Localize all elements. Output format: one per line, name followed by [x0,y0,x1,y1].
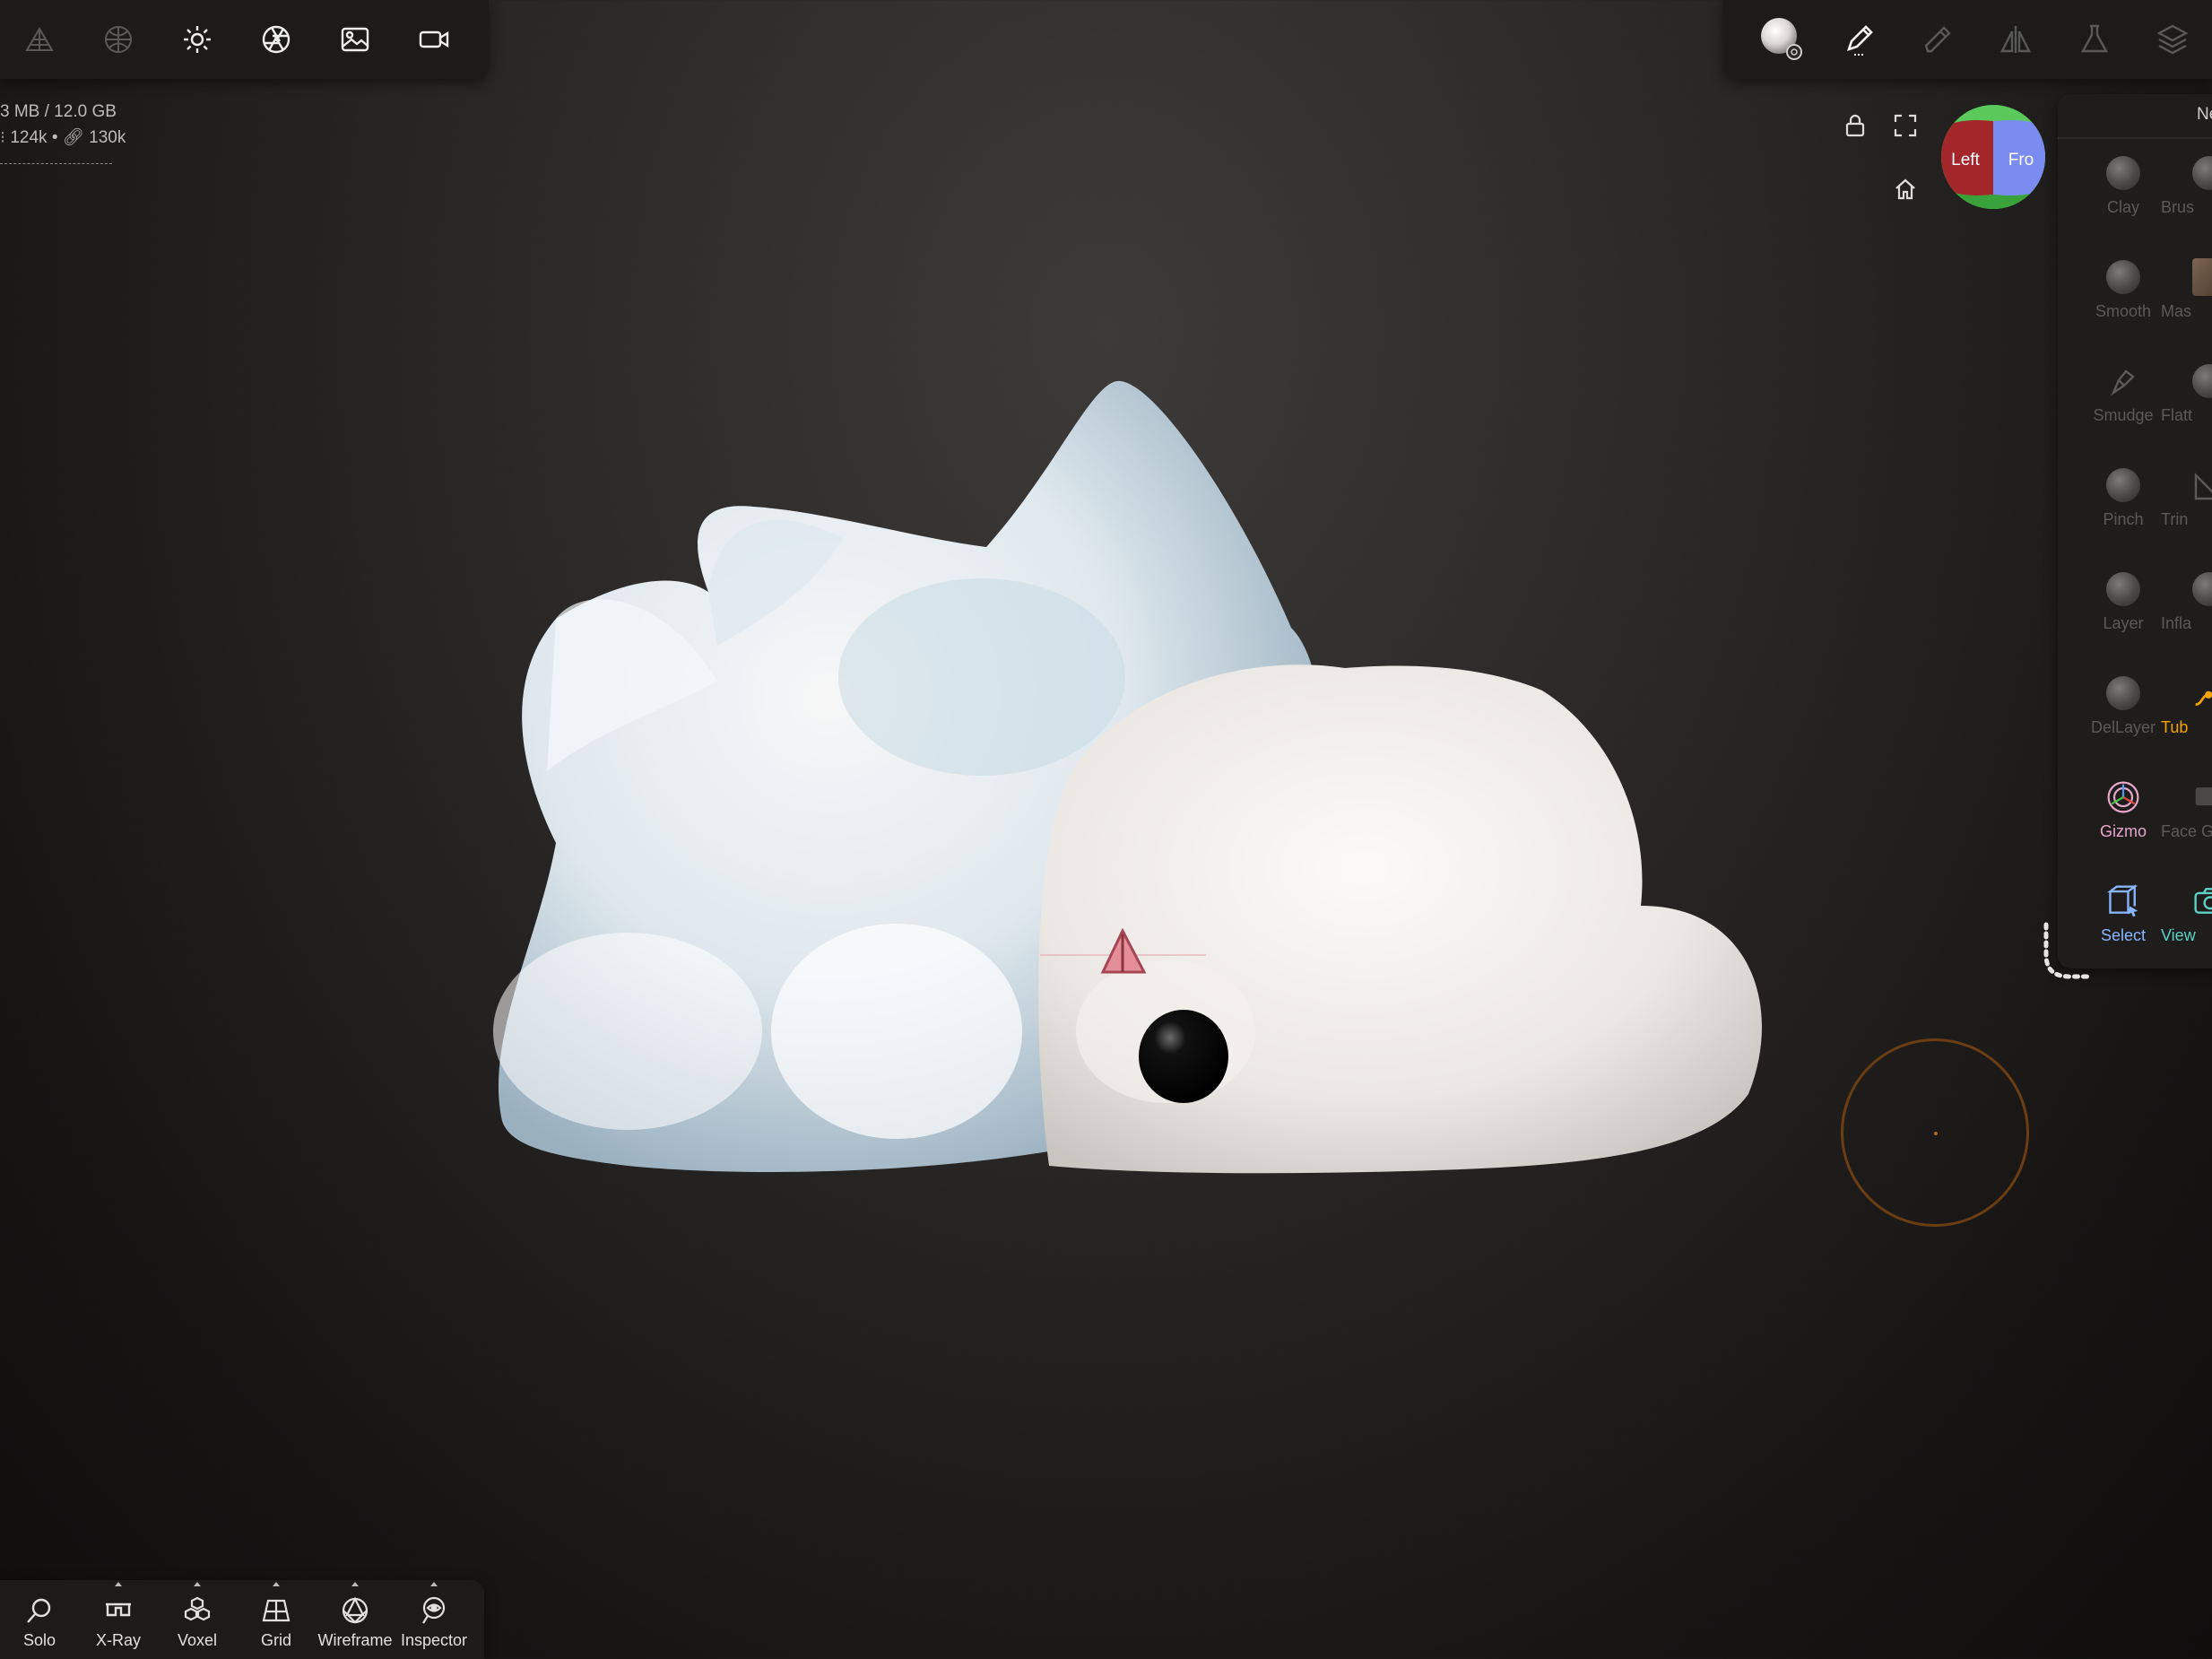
tool-smudge[interactable]: Smudge [2074,363,2173,425]
top-left-toolbar [0,0,489,79]
tool-trim[interactable]: Trin [2161,467,2212,529]
brush-center-dot [1934,1132,1938,1135]
tool-smooth[interactable]: Smooth [2074,259,2173,321]
tool-pinch[interactable]: Pinch [2074,467,2173,529]
sculpt-viewport[interactable] [0,0,2212,1659]
mesh-counts: ⁝ 124k • 🔗︎ 130k [0,128,126,147]
matcap-sphere-icon[interactable] [79,0,158,79]
trim-icon [2192,467,2212,503]
material-sphere-icon[interactable] [1741,0,1820,79]
smudge-icon [2105,363,2141,399]
cube-left-label: Left [1951,151,1980,169]
wireframe-button[interactable]: Wireframe [316,1580,395,1659]
count-separator: • [51,128,58,147]
tool-clay[interactable]: Clay [2074,155,2173,217]
bottom-toolbar: Solo X-Ray Voxel Grid Wireframe Inspecto… [0,1580,484,1659]
mask-thumbnail-icon [2192,258,2212,296]
memory-usage: 3 MB / 12.0 GB [0,102,117,121]
top-right-toolbar [1723,0,2212,79]
cube-front-label: Fro [2008,151,2034,169]
xray-caret-icon [115,1582,122,1586]
panel-resize-handle[interactable] [2037,919,2100,982]
video-camera-icon[interactable] [395,0,473,79]
tool-flatten[interactable]: Flatt [2161,363,2212,425]
tool-inflate[interactable]: Infla [2161,571,2212,633]
face-group-icon [2192,779,2212,815]
layer-icon [2106,572,2140,606]
home-icon[interactable] [1890,174,1921,204]
face-count: 130k [89,128,126,147]
camera-icon [2192,883,2212,919]
xray-button[interactable]: X-Ray [79,1580,158,1659]
tools-panel-header: Ne [2058,94,2212,139]
scene-stats: 3 MB / 12.0 GB ⁝ 124k • 🔗︎ 130k [0,99,126,164]
select-icon [2105,883,2141,919]
inspector-caret-icon [430,1582,438,1586]
aperture-icon[interactable] [237,0,316,79]
flask-icon[interactable] [2055,0,2134,79]
tool-dellayer[interactable]: DelLayer [2074,675,2173,737]
tools-panel-title: Ne [2197,105,2212,124]
inspector-button[interactable]: Inspector [395,1580,473,1659]
search-icon [27,1598,51,1623]
solo-button[interactable]: Solo [0,1580,79,1659]
tool-mask[interactable]: Mas [2161,258,2212,321]
grid-caret-icon [273,1582,280,1586]
cloud-body-mesh [1038,664,1762,1174]
voxel-caret-icon [194,1582,201,1586]
pinch-icon [2106,468,2140,502]
symmetry-icon[interactable] [1977,0,2056,79]
tool-brush[interactable]: Brus [2161,155,2212,217]
voxel-button[interactable]: Voxel [158,1580,237,1659]
tool-view[interactable]: View [2161,883,2212,945]
tool-layer[interactable]: Layer [2074,571,2173,633]
voxel-cubes-icon [184,1596,211,1621]
tube-curve-icon [2192,675,2212,711]
lock-icon[interactable] [1840,110,1870,141]
fullscreen-icon[interactable] [1890,110,1921,141]
inspector-eye-icon [422,1596,446,1624]
sun-icon[interactable] [158,0,237,79]
vertex-count: 124k [10,128,48,147]
wireframe-icon [342,1596,369,1624]
brush-icon [2192,156,2212,190]
stats-divider [0,163,112,164]
grid-icon [262,1599,291,1622]
clay-icon [2106,156,2140,190]
topology-icon[interactable] [0,0,79,79]
wireframe-caret-icon [351,1582,359,1586]
link-icon: 🔗︎ [62,128,84,147]
brush-pen-icon[interactable] [1820,0,1899,79]
flatten-icon [2192,364,2212,398]
tool-gizmo[interactable]: Gizmo [2074,779,2173,841]
inflate-icon [2192,572,2212,606]
layers-icon[interactable] [2134,0,2212,79]
tools-panel: Ne Clay Smooth Smudge Pinch Layer DelLay… [2058,94,2212,968]
picker-icon[interactable] [1898,0,1977,79]
cloud-eye [1139,1010,1228,1103]
orientation-cube[interactable]: Left Fro [1941,105,2045,209]
gizmo-icon [2105,779,2141,815]
smooth-icon [2106,260,2140,294]
dellayer-icon [2106,676,2140,710]
tool-face-group[interactable]: Face Gr [2161,779,2212,841]
image-icon[interactable] [316,0,395,79]
xray-glasses-icon [106,1603,131,1617]
tool-tube[interactable]: Tub [2161,675,2212,737]
grid-button[interactable]: Grid [237,1580,316,1659]
brush-radius-indicator [1841,1038,2029,1227]
